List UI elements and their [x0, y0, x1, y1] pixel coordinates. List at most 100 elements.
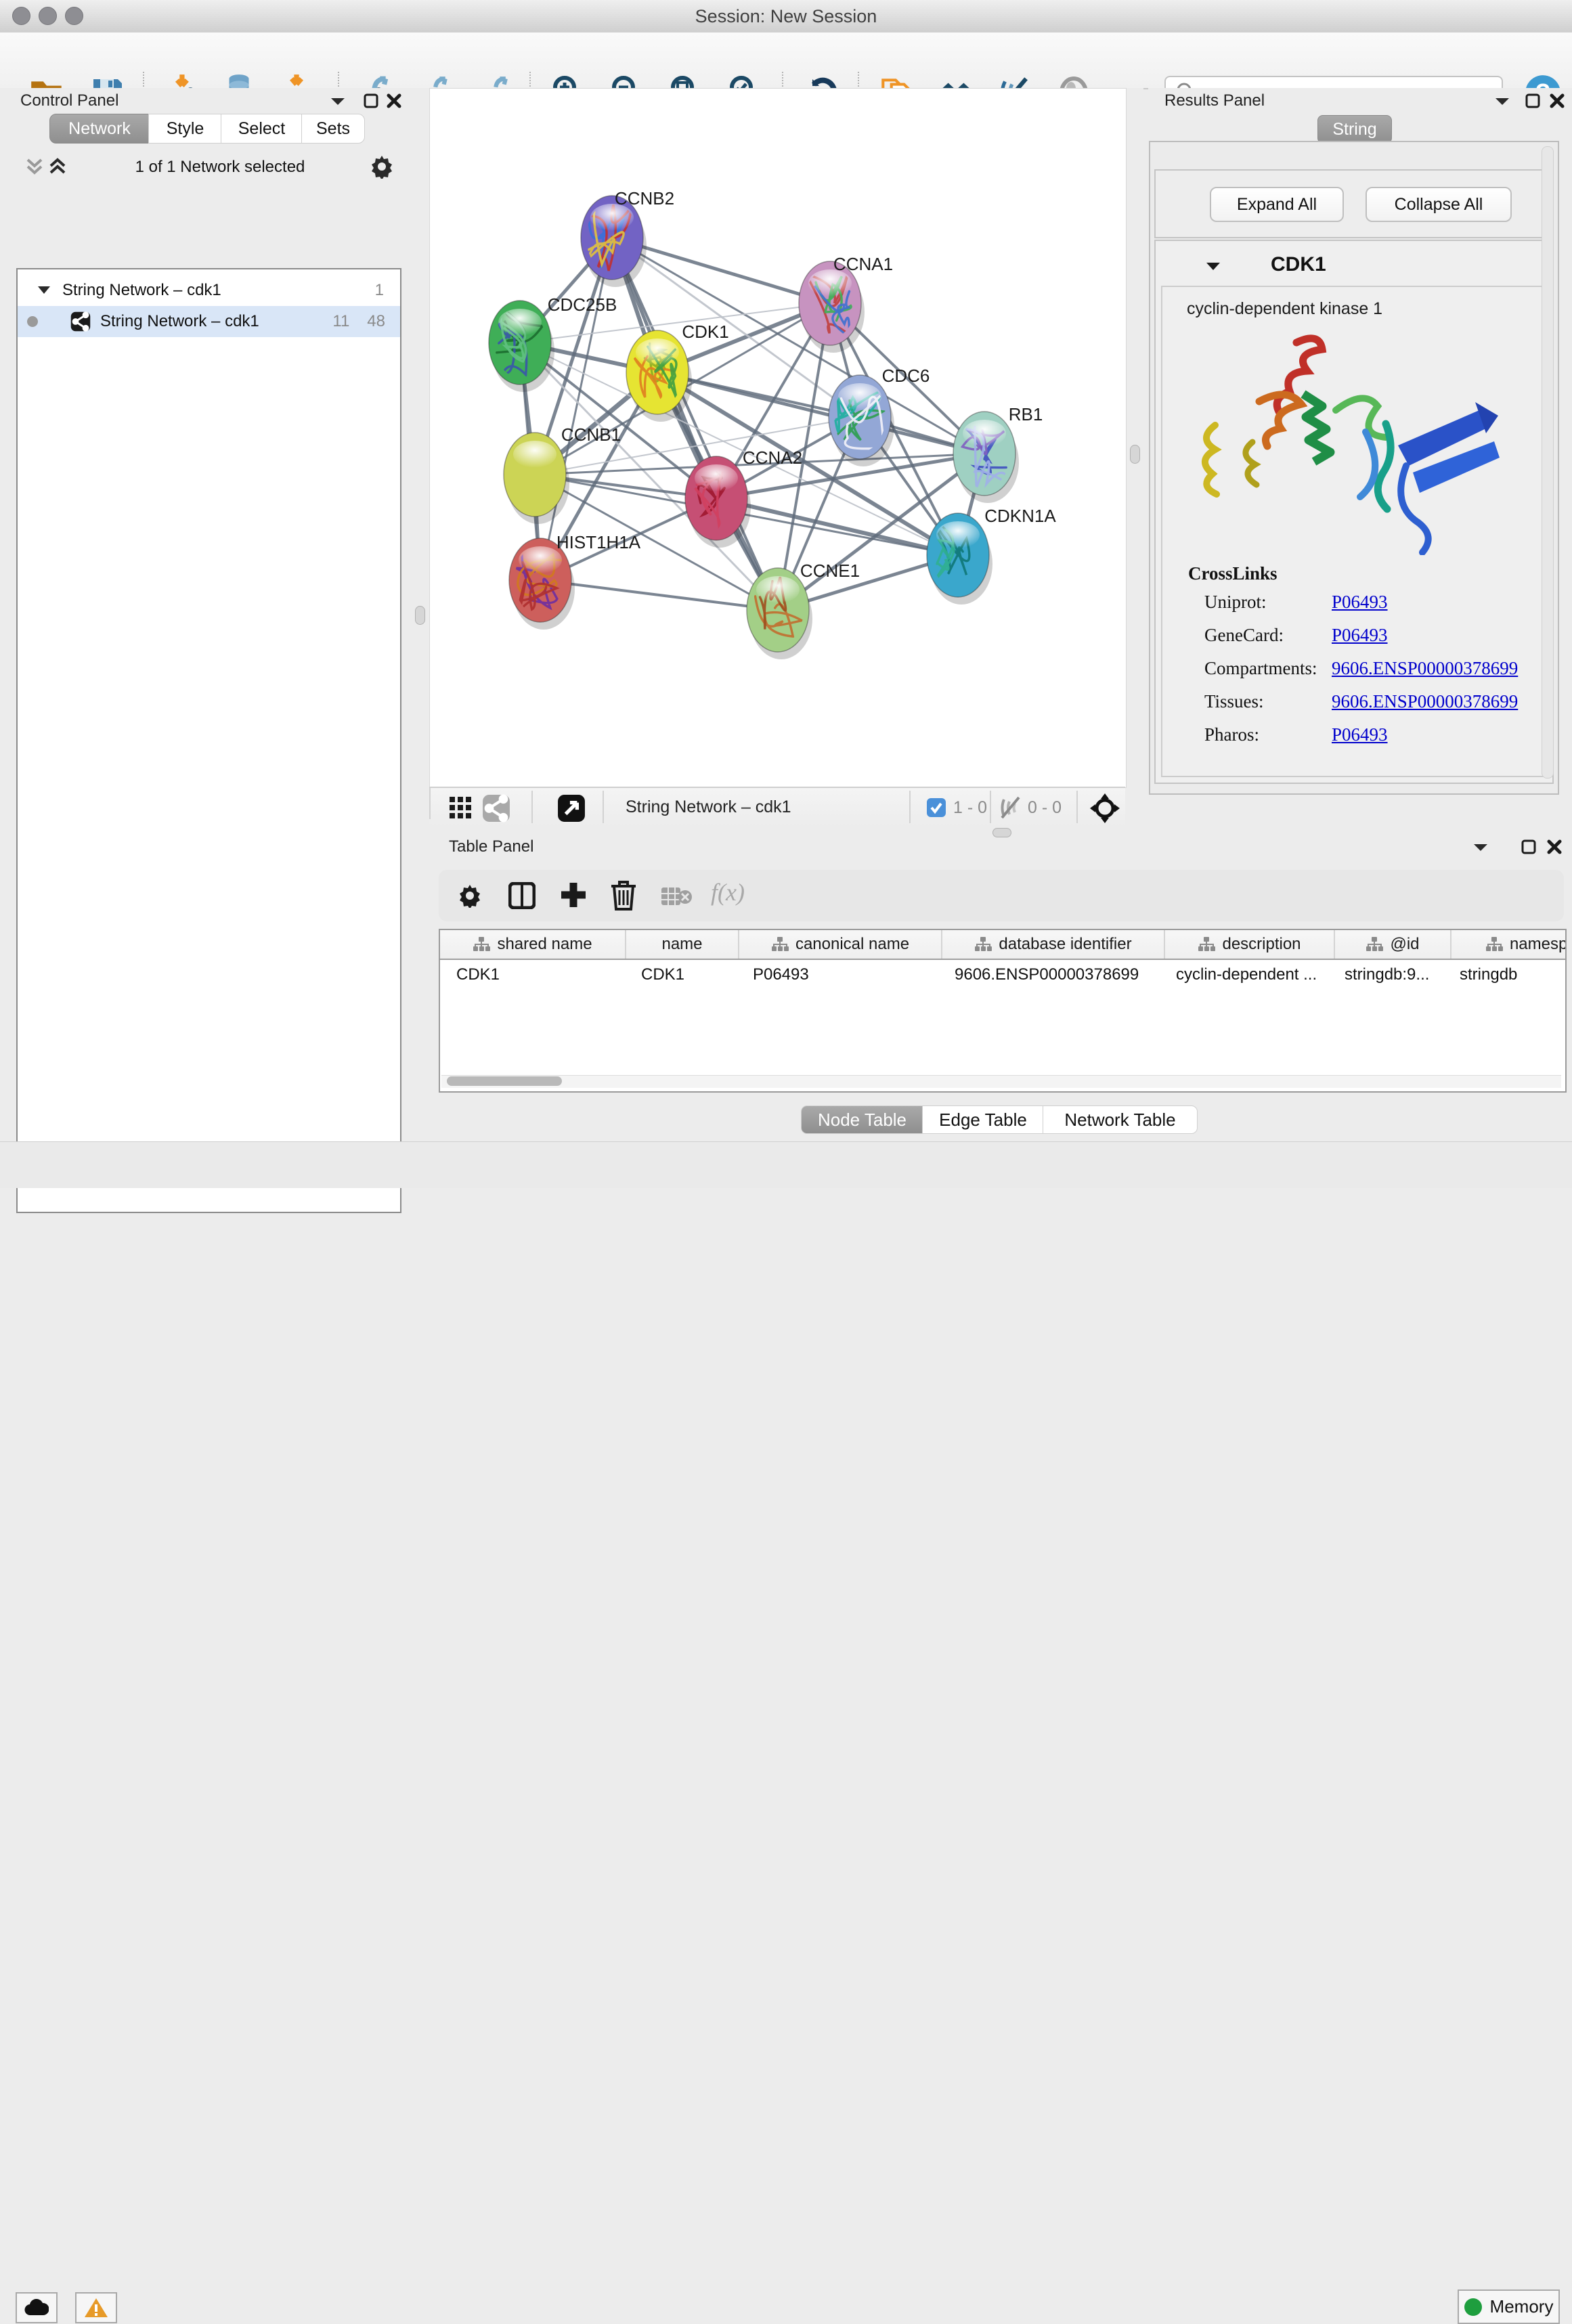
- edges: [520, 238, 984, 610]
- control-panel-float-icon[interactable]: [363, 93, 379, 109]
- edge-CDK1-RB1[interactable]: [657, 372, 984, 454]
- node-CCNA2[interactable]: [685, 456, 751, 548]
- column-header-shared-name[interactable]: shared name: [440, 930, 626, 959]
- table-panel-menu-icon[interactable]: [1472, 841, 1489, 854]
- memory-button[interactable]: Memory: [1458, 2289, 1560, 2324]
- cloud-icon: [24, 2299, 49, 2317]
- network-options-gear-icon[interactable]: [370, 154, 394, 179]
- grid-view-icon[interactable]: [450, 797, 473, 820]
- results-scrollbar[interactable]: [1542, 146, 1554, 779]
- control-panel-menu-icon[interactable]: [329, 95, 347, 108]
- results-panel-title: Results Panel: [1164, 91, 1265, 110]
- crosslinks-title: CrossLinks: [1188, 563, 1278, 584]
- tab-edge-table[interactable]: Edge Table: [922, 1105, 1044, 1134]
- tab-string-results[interactable]: String: [1317, 115, 1392, 144]
- control-panel-close-icon[interactable]: [386, 93, 402, 109]
- node-label-CDK1: CDK1: [682, 322, 728, 342]
- crosshair-icon[interactable]: [1089, 793, 1120, 824]
- tab-network[interactable]: Network: [49, 114, 150, 144]
- crosslink-label: Compartments:: [1204, 658, 1332, 679]
- table-panel-title: Table Panel: [449, 837, 533, 856]
- network-collection-row[interactable]: String Network – cdk1 1: [18, 275, 400, 306]
- table-cell[interactable]: cyclin-dependent ...: [1160, 960, 1328, 990]
- string-view-icon[interactable]: [482, 794, 510, 823]
- network-row-selected[interactable]: String Network – cdk1 11 48: [18, 306, 400, 337]
- node-CCNE1[interactable]: [747, 568, 812, 659]
- tab-select[interactable]: Select: [221, 114, 303, 144]
- edge-CCNA2-CDKN1A[interactable]: [716, 498, 958, 555]
- right-splitter[interactable]: [1125, 88, 1143, 827]
- node-CDKN1A[interactable]: [927, 513, 992, 605]
- clear-table-icon[interactable]: [661, 886, 692, 908]
- column-header-namespace[interactable]: namespace: [1451, 930, 1567, 959]
- separator: [531, 791, 533, 823]
- column-header-canonical-name[interactable]: canonical name: [739, 930, 942, 959]
- hidden-eye-icon[interactable]: [999, 796, 1023, 819]
- collapse-all-networks-icon[interactable]: [24, 156, 45, 177]
- column-header-description[interactable]: description: [1165, 930, 1335, 959]
- crosslink-label: GeneCard:: [1204, 625, 1332, 646]
- crosslink-link[interactable]: P06493: [1332, 724, 1388, 745]
- collapse-arrow-icon[interactable]: [37, 284, 51, 297]
- horizontal-splitter[interactable]: [429, 827, 1572, 837]
- table-settings-gear-icon[interactable]: [458, 883, 482, 908]
- column-header--id[interactable]: @id: [1335, 930, 1451, 959]
- table-cell[interactable]: CDK1: [625, 960, 737, 990]
- column-header-name[interactable]: name: [626, 930, 739, 959]
- tab-style[interactable]: Style: [148, 114, 222, 144]
- add-column-icon[interactable]: [559, 881, 588, 909]
- horizontal-splitter-handle[interactable]: [992, 828, 1011, 837]
- delete-column-icon[interactable]: [610, 879, 637, 911]
- node-CCNB1[interactable]: [504, 433, 569, 524]
- table-panel-close-icon[interactable]: [1546, 839, 1563, 855]
- crosslink-link[interactable]: 9606.ENSP00000378699: [1332, 658, 1518, 679]
- network-canvas[interactable]: CCNB2CCNA1CDC25BCDK1CDC6RB1CCNB1CCNA2CDK…: [429, 88, 1127, 788]
- node-CCNB2[interactable]: [581, 196, 647, 287]
- table-row[interactable]: CDK1CDK1P064939606.ENSP00000378699cyclin…: [440, 960, 1565, 990]
- table-panel-float-icon[interactable]: [1521, 839, 1537, 855]
- node-label-CCNA2: CCNA2: [743, 447, 802, 468]
- expand-all-button[interactable]: Expand All: [1210, 187, 1344, 222]
- node-RB1[interactable]: [953, 412, 1019, 503]
- entry-collapse-arrow-icon[interactable]: [1204, 260, 1222, 273]
- table-header-row: shared namenamecanonical namedatabase id…: [440, 930, 1565, 960]
- crosslink-link[interactable]: P06493: [1332, 592, 1388, 613]
- expand-all-networks-icon[interactable]: [47, 156, 68, 177]
- node-CDC6[interactable]: [829, 375, 894, 466]
- tab-sets[interactable]: Sets: [301, 114, 365, 144]
- protein-structure-image: [1195, 332, 1513, 555]
- edge-CCNB2-CCNE1[interactable]: [612, 238, 778, 610]
- results-panel-float-icon[interactable]: [1525, 93, 1541, 109]
- column-header-database-identifier[interactable]: database identifier: [942, 930, 1165, 959]
- warning-status-button[interactable]: [75, 2292, 117, 2323]
- table-cell[interactable]: stringdb:9...: [1328, 960, 1443, 990]
- table-cell[interactable]: 9606.ENSP00000378699: [938, 960, 1160, 990]
- results-panel-menu-icon[interactable]: [1493, 95, 1511, 108]
- collapse-all-button[interactable]: Collapse All: [1366, 187, 1512, 222]
- table-scrollbar-thumb[interactable]: [447, 1076, 562, 1086]
- crosslink-link[interactable]: 9606.ENSP00000378699: [1332, 691, 1518, 712]
- function-builder-icon[interactable]: f(x): [711, 878, 745, 906]
- memory-label: Memory: [1490, 2296, 1554, 2317]
- network-selection-summary: 1 of 1 Network selected: [88, 158, 352, 177]
- edge-CCNB2-HIST1H1A[interactable]: [540, 238, 612, 580]
- right-splitter-handle[interactable]: [1130, 445, 1140, 464]
- table-cell[interactable]: stringdb: [1443, 960, 1567, 990]
- cloud-status-button[interactable]: [16, 2292, 58, 2323]
- table-horizontal-scrollbar[interactable]: [441, 1075, 1561, 1088]
- table-cell[interactable]: CDK1: [440, 960, 625, 990]
- selected-checkbox-icon[interactable]: [926, 797, 946, 818]
- table-cell[interactable]: P06493: [737, 960, 938, 990]
- results-panel-close-icon[interactable]: [1549, 93, 1565, 109]
- crosslink-label: Pharos:: [1204, 724, 1332, 745]
- detach-view-icon[interactable]: [557, 794, 586, 823]
- tab-network-table[interactable]: Network Table: [1043, 1105, 1198, 1134]
- show-column-panel-icon[interactable]: [508, 882, 536, 909]
- network-node-count: 11: [332, 312, 349, 331]
- crosslink-link[interactable]: P06493: [1332, 625, 1388, 646]
- edge-HIST1H1A-CCNE1[interactable]: [540, 580, 778, 610]
- node-label-CDC25B: CDC25B: [548, 294, 617, 315]
- tab-node-table[interactable]: Node Table: [801, 1105, 923, 1134]
- left-splitter[interactable]: [411, 88, 429, 1151]
- left-splitter-handle[interactable]: [415, 606, 425, 625]
